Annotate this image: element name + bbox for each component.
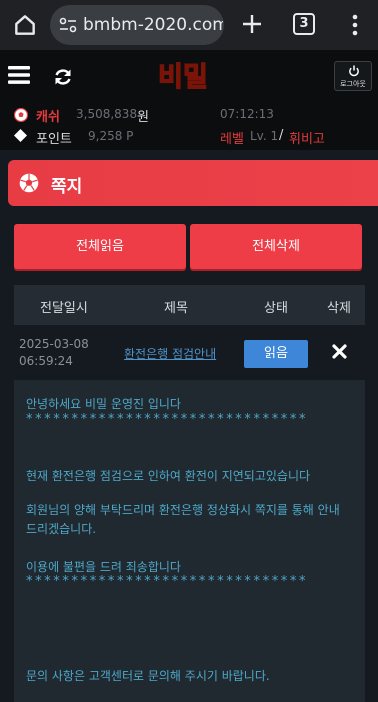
cash-label: 캐쉬 <box>36 110 60 125</box>
logo-text: 비밀 <box>158 62 208 93</box>
page-title: 쪽지 <box>51 177 83 197</box>
browser-toolbar: bmbm-2020.com 3 <box>0 0 378 50</box>
url-text: bmbm-2020.com <box>83 15 223 35</box>
message-date-day: 2025-03-08 <box>19 337 89 351</box>
message-date-time: 06:59:24 <box>19 354 73 368</box>
page-title-banner: 쪽지 <box>8 160 378 206</box>
read-all-button[interactable]: 전체읽음 <box>14 224 186 269</box>
message-line-2: 회원님의 양해 부탁드리며 환전은행 정상화시 쪽지를 통해 안내 드리겠습니다… <box>26 503 340 536</box>
point-value: 9,258 P <box>88 129 134 143</box>
column-header-status: 상태 <box>264 301 288 316</box>
close-icon[interactable] <box>332 344 347 359</box>
message-line-1: 현재 환전은행 점검으로 인하여 환전이 지연되고있습니다 <box>26 469 311 483</box>
message-body: 안녕하세요 비밀 운영진 입니다 ***********************… <box>14 380 365 702</box>
power-icon <box>349 65 359 77</box>
cash-unit: 원 <box>137 110 149 125</box>
delete-all-button[interactable]: 전체삭제 <box>190 224 362 269</box>
cash-value: 3,508,838 <box>76 107 138 121</box>
level-value: Lv. 1 <box>250 129 279 143</box>
tab-count-button[interactable]: 3 <box>293 13 315 35</box>
logout-label: 로그아웃 <box>340 80 366 88</box>
message-line-4: 문의 사항은 고객센터로 문의해 주시기 바랍니다. <box>26 669 270 683</box>
column-header-title: 제목 <box>164 301 188 316</box>
diamond-icon <box>14 129 27 142</box>
address-bar[interactable]: bmbm-2020.com <box>50 5 224 45</box>
message-date: 2025-03-08 06:59:24 <box>19 336 99 370</box>
message-title-link[interactable]: 환전은행 점검안내 <box>124 345 216 362</box>
refresh-icon[interactable] <box>53 67 73 87</box>
message-greeting: 안녕하세요 비밀 운영진 입니다 <box>26 397 181 411</box>
column-header-date: 전달일시 <box>40 301 88 316</box>
message-table-header: 전달일시 제목 상태 삭제 <box>14 285 365 325</box>
new-tab-icon[interactable] <box>240 12 264 36</box>
site-logo[interactable]: 비밀 <box>148 58 218 94</box>
more-menu-icon[interactable] <box>348 13 362 37</box>
logout-button[interactable]: 로그아웃 <box>334 61 372 91</box>
user-nickname: 휘비고 <box>289 132 325 147</box>
hamburger-menu-icon[interactable] <box>8 65 30 85</box>
table-row[interactable]: 2025-03-08 06:59:24 환전은행 점검안내 읽음 <box>14 325 365 375</box>
soccer-ball-icon <box>14 108 28 122</box>
column-header-delete: 삭제 <box>327 301 351 316</box>
home-icon[interactable] <box>12 12 38 38</box>
soccer-ball-icon <box>19 173 39 193</box>
message-divider-stars: ******************************* <box>26 412 309 427</box>
level-separator: / <box>279 128 284 143</box>
level-label: 레벨 <box>220 132 244 147</box>
message-divider-stars-2: ******************************* <box>26 574 309 589</box>
site-settings-icon[interactable] <box>59 17 77 33</box>
point-label: 포인트 <box>36 132 72 147</box>
clock-time: 07:12:13 <box>220 107 274 121</box>
read-status-button[interactable]: 읽음 <box>244 340 308 368</box>
